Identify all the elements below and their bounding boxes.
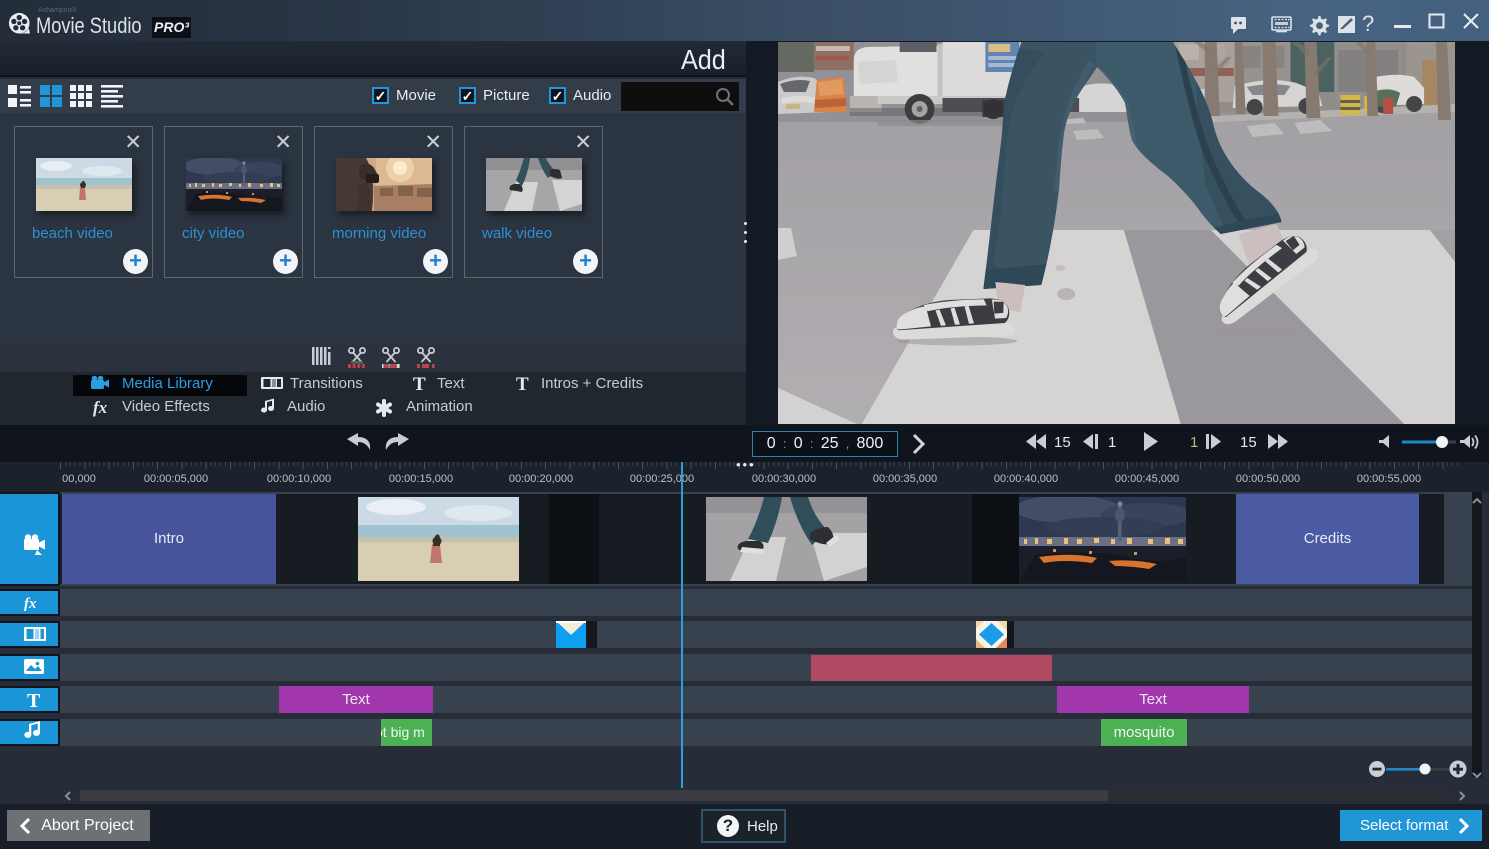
svg-text:1: 1 (1190, 434, 1198, 451)
svg-text:15: 15 (1240, 434, 1257, 451)
svg-text:15: 15 (1054, 434, 1071, 451)
svg-text:T: T (516, 374, 529, 395)
svg-text:fx: fx (93, 398, 108, 417)
svg-text:T: T (413, 374, 426, 395)
svg-text:T: T (27, 690, 41, 711)
svg-text:fx: fx (24, 596, 37, 612)
svg-text:?: ? (1362, 11, 1374, 36)
svg-text:1: 1 (1108, 434, 1116, 451)
